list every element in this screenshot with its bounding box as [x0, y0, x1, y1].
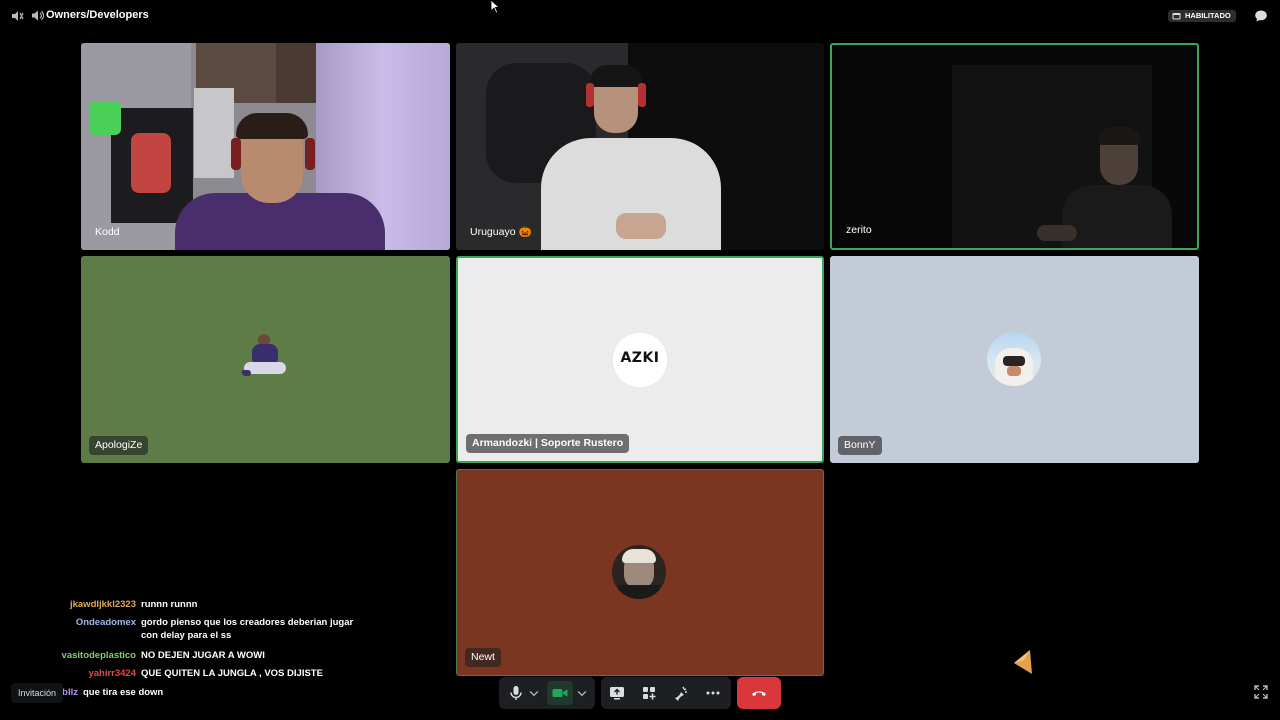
chevron-down-icon[interactable] [527, 684, 541, 702]
participant-name: BonnY [838, 436, 882, 455]
chat-text: que tira ese down [83, 687, 164, 698]
participant-name: Kodd [95, 226, 120, 238]
video-feed [456, 43, 824, 250]
participant-name: Uruguayo 🎃 [464, 223, 538, 242]
camera-button[interactable] [547, 681, 573, 705]
channel-title: Owners/Developers [46, 9, 149, 21]
participant-name: ApologiZe [89, 436, 149, 455]
chat-text: gordo pienso que los creadores deberian … [141, 617, 354, 641]
chat-username: vasitodeplastico [61, 650, 136, 661]
chat-bubble-icon[interactable] [1254, 9, 1268, 23]
avatar-text: AZKI [620, 350, 660, 366]
avatar [987, 332, 1041, 386]
disconnect-button[interactable] [737, 677, 781, 709]
chat-username: jkawdljkkl2323 [69, 599, 136, 610]
video-feed [832, 45, 1197, 248]
chat-text: runnn runnn [141, 599, 198, 610]
avatar [612, 545, 666, 599]
participant-tile-kodd[interactable]: Kodd [81, 43, 450, 250]
status-badge-label: HABILITADO [1185, 11, 1231, 20]
media-controls [499, 677, 595, 709]
activities-icon[interactable] [640, 684, 658, 702]
cone-icon [1014, 650, 1032, 674]
chat-username: yahirr3424 [88, 668, 136, 679]
camera-icon [552, 689, 568, 697]
phone-hangup-icon [752, 691, 766, 696]
more-icon[interactable] [704, 684, 722, 702]
video-feed [81, 43, 450, 250]
chat-text: QUE QUITEN LA JUNGLA , VOS DIJISTE [141, 668, 323, 679]
invite-button[interactable]: Invitación [11, 683, 64, 703]
chat-username: Ondeadomex [75, 617, 136, 628]
calendar-icon [1172, 13, 1181, 20]
microphone-icon[interactable] [507, 684, 525, 702]
participant-name: Armandozki | Soporte Rustero [466, 434, 630, 453]
participant-name-text: Uruguayo [470, 226, 516, 238]
participant-tile-zerito[interactable]: zerito [830, 43, 1199, 250]
participant-name: zerito [846, 224, 872, 236]
participant-name: Newt [465, 648, 501, 667]
fullscreen-icon[interactable] [1254, 685, 1268, 699]
participant-tile-apologize[interactable]: ApologiZe [81, 256, 450, 463]
participant-tile-bonny[interactable]: BonnY [830, 256, 1199, 463]
voice-channel-icon [32, 10, 44, 21]
action-controls [601, 677, 731, 709]
soundboard-icon[interactable] [672, 684, 690, 702]
voice-channel-header: Owners/Developers HABILITADO [0, 0, 1280, 32]
status-badge: HABILITADO [1168, 10, 1236, 22]
screen-share-icon[interactable] [608, 684, 626, 702]
participant-tile-armandozki[interactable]: AZKI Armandozki | Soporte Rustero [456, 256, 824, 463]
deafen-icon[interactable] [10, 9, 24, 23]
chat-text: NO DEJEN JUGAR A WOWI [141, 650, 265, 661]
participant-tile-uruguayo[interactable]: Uruguayo 🎃 [456, 43, 824, 250]
participant-emoji: 🎃 [518, 226, 532, 238]
chevron-down-icon[interactable] [575, 684, 589, 702]
mouse-cursor-icon [490, 0, 500, 14]
participant-tile-newt[interactable]: Newt [456, 469, 824, 676]
avatar: AZKI [613, 333, 667, 387]
avatar [238, 332, 292, 386]
